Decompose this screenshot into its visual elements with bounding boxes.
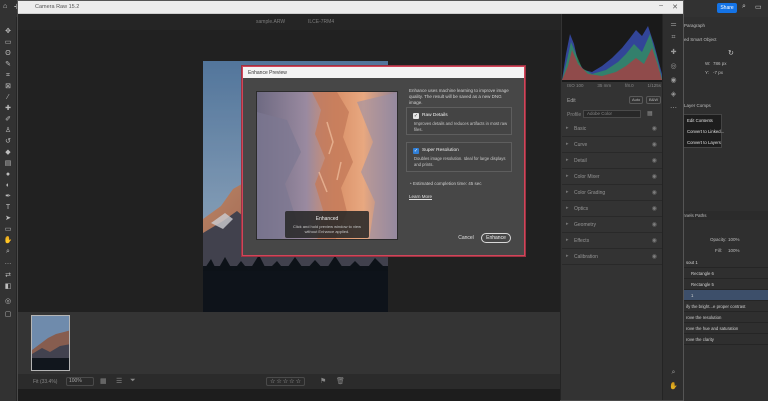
dialog-title: Enhance Preview <box>248 70 287 76</box>
more-tools-icon[interactable]: … <box>3 258 13 267</box>
layer-row[interactable]: Rectangle 6 <box>683 268 768 279</box>
stamp-tool-icon[interactable]: ♙ <box>3 126 13 135</box>
completion-time-label: Estimated completion time: 45 sec <box>412 181 482 186</box>
hand-tool-icon[interactable]: ✋ <box>3 236 13 245</box>
preview-caption-title: Enhanced <box>315 216 339 222</box>
photoshop-toolbar: ✥ ▭ ʘ ✎ ⌗ ⊠ ⁄ ✚ ✐ ♙ ↺ ◆ ▤ ● ◐ ✒ T ➤ ▭ ✋ … <box>0 17 17 401</box>
close-icon[interactable]: ✕ <box>672 3 678 11</box>
healing-brush-icon[interactable]: ✚ <box>3 104 13 113</box>
enhance-preview-dialog: Enhance Preview Enhanced Click and hold … <box>242 66 525 256</box>
history-brush-icon[interactable]: ↺ <box>3 137 13 146</box>
fill-value[interactable]: 100% <box>728 248 740 253</box>
swap-colors-icon[interactable]: ⇄ <box>3 271 13 280</box>
zoom-tool-icon[interactable]: ⌕ <box>3 247 13 256</box>
y-label: Y: <box>705 70 710 75</box>
opacity-label: Opacity: <box>710 237 727 242</box>
layer-row[interactable]: rove the clarity <box>683 334 768 345</box>
dodge-tool-icon[interactable]: ◐ <box>3 181 13 190</box>
menu-convert-to-linked[interactable]: Convert to Linked... <box>683 126 724 137</box>
path-select-icon[interactable]: ➤ <box>3 214 13 223</box>
move-tool-icon[interactable]: ✥ <box>3 27 13 36</box>
super-resolution-desc: Doubles image resolution. Ideal for larg… <box>414 156 506 167</box>
brush-tool-icon[interactable]: ✐ <box>3 115 13 124</box>
completion-time: ◔ Estimated completion time: 45 sec <box>409 181 482 186</box>
menu-edit-contents[interactable]: Edit Contents <box>683 115 721 126</box>
layer-row[interactable]: ify the bright...e proper contrast <box>683 301 768 312</box>
shape-tool-icon[interactable]: ▭ <box>3 225 13 234</box>
dialog-description: Enhance uses machine learning to improve… <box>409 88 509 105</box>
smart-object-label: ed Smart Object <box>684 37 717 42</box>
menu-convert-to-layers[interactable]: Convert to Layers <box>683 137 721 148</box>
pen-tool-icon[interactable]: ✒ <box>3 192 13 201</box>
quick-select-icon[interactable]: ✎ <box>3 60 13 69</box>
dialog-titlebar: Enhance Preview <box>243 67 524 78</box>
share-button[interactable]: Share <box>717 3 737 13</box>
layer-row[interactable]: rove the resolution <box>683 312 768 323</box>
quick-mask-icon[interactable]: ◎ <box>3 297 13 306</box>
width-value[interactable]: 786 px <box>713 61 727 66</box>
workspace-icon[interactable]: ▭ <box>755 3 762 11</box>
layer-row-selected[interactable]: 1 <box>683 290 768 301</box>
search-icon[interactable]: ⌕ <box>742 3 746 11</box>
layers-panel-tabs[interactable]: nnels Paths <box>683 211 768 220</box>
gradient-icon[interactable]: ▤ <box>3 159 13 168</box>
opacity-value[interactable]: 100% <box>728 237 740 242</box>
fill-label: Fill: <box>715 248 722 253</box>
learn-more-link[interactable]: Learn More <box>409 194 432 199</box>
eraser-icon[interactable]: ◆ <box>3 148 13 157</box>
layer-row[interactable]: rove the hue and saturation <box>683 323 768 334</box>
raw-details-title: Raw Details <box>422 113 448 118</box>
context-menu: Edit Contents Convert to Linked... Conve… <box>682 114 724 148</box>
super-resolution-title: Super Resolution <box>422 148 459 153</box>
enhance-preview-window[interactable]: Enhanced Click and hold preview window t… <box>256 91 398 240</box>
rotate-icon[interactable]: ↻ <box>728 49 734 57</box>
super-resolution-option[interactable]: ✓ Super Resolution Doubles image resolut… <box>406 142 512 172</box>
cancel-button[interactable]: Cancel <box>455 233 477 243</box>
layers-tabs-label[interactable]: nnels Paths <box>683 213 707 218</box>
eyedropper-icon[interactable]: ⁄ <box>3 93 13 102</box>
marquee-tool-icon[interactable]: ▭ <box>3 38 13 47</box>
color-swatch-icon[interactable]: ◧ <box>3 282 13 291</box>
lasso-tool-icon[interactable]: ʘ <box>3 49 13 58</box>
y-value[interactable]: -7 px <box>713 70 723 75</box>
minimize-icon[interactable]: – <box>659 2 663 9</box>
clock-icon: ◔ <box>409 181 412 186</box>
layer-row[interactable]: sout 1 <box>683 257 768 268</box>
layer-row[interactable]: Rectangle 5 <box>683 279 768 290</box>
home-icon[interactable]: ⌂ <box>3 3 7 10</box>
camera-raw-title: Camera Raw 15.2 <box>35 4 80 10</box>
raw-details-checkbox[interactable]: ✓ <box>413 113 419 119</box>
super-resolution-checkbox[interactable]: ✓ <box>413 148 419 154</box>
crop-tool-icon[interactable]: ⌗ <box>3 71 13 80</box>
raw-details-desc: Improves details and reduces artifacts i… <box>414 121 508 132</box>
layer-comps-label: Layer Comps <box>684 103 711 108</box>
width-label: W: <box>705 61 711 66</box>
screen-mode-icon[interactable]: ▢ <box>3 310 13 319</box>
preview-caption-text: Click and hold preview window to view wi… <box>292 224 362 234</box>
panel-tab-label[interactable]: Paragraph <box>684 23 705 28</box>
raw-details-option[interactable]: ✓ Raw Details Improves details and reduc… <box>406 107 512 135</box>
blur-tool-icon[interactable]: ● <box>3 170 13 179</box>
enhance-button[interactable]: Enhance <box>481 233 511 243</box>
frame-tool-icon[interactable]: ⊠ <box>3 82 13 91</box>
preview-caption: Enhanced Click and hold preview window t… <box>285 211 369 238</box>
type-tool-icon[interactable]: T <box>3 203 13 212</box>
